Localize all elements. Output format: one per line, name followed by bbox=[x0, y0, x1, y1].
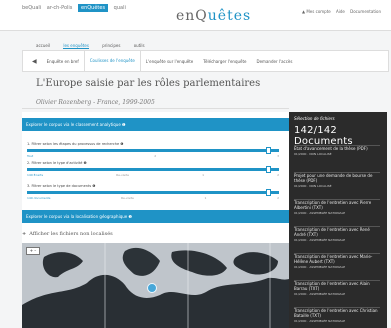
document-list-item[interactable]: Projet pour une demande de bourse de thè… bbox=[294, 172, 380, 189]
document-title: Transcription de l'entretien avec Christ… bbox=[294, 308, 378, 318]
top-links: ▲ Mes compte Aide Documentation bbox=[298, 9, 381, 14]
geographic-section-title: Explorer le corpus via la localisation g… bbox=[26, 214, 133, 219]
nav-archpolis[interactable]: ar-ch-Polis bbox=[47, 5, 73, 11]
nav-bequali[interactable]: beQuali bbox=[22, 5, 41, 11]
tab-enquete-en-bref[interactable]: Enquête en bref bbox=[42, 59, 84, 64]
range-slider[interactable] bbox=[27, 189, 279, 196]
document-title: Transcription de l'entretien avec Alain … bbox=[294, 281, 370, 291]
document-title: Transcription de l'entretien avec Marie-… bbox=[294, 254, 373, 264]
filter-research-stage[interactable]: 1. Filtrer selon les étapes du processus… bbox=[27, 142, 279, 158]
show-unlocated-toggle[interactable]: + Afficher les fichiers non localisés bbox=[22, 231, 113, 237]
document-title: Projet pour une demande de bourse de thè… bbox=[294, 173, 373, 183]
account-link[interactable]: ▲ Mes compte bbox=[302, 9, 331, 14]
zoom-control[interactable]: + – bbox=[26, 247, 40, 255]
document-meta: 01/2000 · ASSEMBLÉE NATIONALE bbox=[294, 238, 346, 242]
title-divider bbox=[22, 108, 289, 109]
back-arrow-icon[interactable]: ◀ bbox=[32, 58, 37, 65]
range-slider[interactable] bbox=[27, 166, 279, 173]
document-title: État d'avancement de la thèse (PDF) bbox=[294, 146, 368, 151]
selected-files-panel: Sélection de fichiers 142/142 Documents … bbox=[289, 112, 387, 328]
analytic-section-header[interactable]: Explorer le corpus via le classement ana… bbox=[22, 118, 297, 131]
document-title: Transcription de l'entretien avec Pierre… bbox=[294, 200, 372, 210]
subnav-principes[interactable]: principes bbox=[102, 43, 120, 48]
sub-navigation: accueil les enquêtes principes outils bbox=[36, 43, 157, 49]
map-land bbox=[42, 252, 83, 278]
logo: enQuêtes bbox=[176, 8, 252, 24]
tab-coulisses[interactable]: Coulisses de l'enquête bbox=[83, 51, 141, 71]
subnav-enquetes[interactable]: les enquêtes bbox=[63, 43, 89, 49]
filter-label: 2. Filtrer selon le type d'activité ❶ bbox=[27, 161, 87, 165]
subnav-outils[interactable]: outils bbox=[134, 43, 145, 48]
plus-icon: + bbox=[22, 231, 27, 237]
document-list-item[interactable]: Transcription de l'entretien avec Pierre… bbox=[294, 199, 380, 216]
geographic-section-header[interactable]: Explorer le corpus via la localisation g… bbox=[22, 210, 297, 223]
top-bar: beQuali ar-ch-Polis enQuêtes quali enQuê… bbox=[0, 0, 391, 31]
documentation-link[interactable]: Documentation bbox=[350, 9, 381, 14]
analytic-section-title: Explorer le corpus via le classement ana… bbox=[26, 122, 126, 127]
document-meta: 01/2000 · NON LOCALISÉ bbox=[294, 184, 332, 188]
document-list-item[interactable]: Transcription de l'entretien avec Alain … bbox=[294, 280, 380, 297]
filter-label: 1. Filtrer selon les étapes du processus… bbox=[27, 142, 124, 146]
document-list-item[interactable]: État d'avancement de la thèse (PDF) 01/20… bbox=[294, 145, 380, 157]
subnav-accueil[interactable]: accueil bbox=[36, 43, 50, 48]
map-land bbox=[22, 274, 289, 328]
tab-telecharger[interactable]: Télécharger l'enquête bbox=[198, 59, 251, 64]
document-list-item[interactable]: Transcription de l'entretien avec Marie-… bbox=[294, 253, 380, 270]
document-meta: 01/2000 · ASSEMBLÉE NATIONALE bbox=[294, 292, 346, 296]
panel-title: Sélection de fichiers bbox=[294, 116, 335, 121]
document-meta: 01/2000 · ASSEMBLÉE NATIONALE bbox=[294, 319, 346, 323]
document-meta: 01/2000 · ASSEMBLÉE NATIONALE bbox=[294, 211, 346, 215]
help-link[interactable]: Aide bbox=[336, 9, 345, 14]
europe-map[interactable]: + – bbox=[22, 243, 289, 328]
document-title: Transcription de l'entretien avec René A… bbox=[294, 227, 370, 237]
nav-quali[interactable]: quali bbox=[114, 5, 126, 11]
enquete-tabs: ◀ Enquête en bref Coulisses de l'enquête… bbox=[22, 50, 389, 72]
tab-demander-acces[interactable]: Demander l'accès bbox=[252, 59, 298, 64]
range-slider[interactable] bbox=[27, 147, 279, 154]
map-cluster-marker[interactable] bbox=[147, 283, 157, 293]
filter-label: 3. Filtrer selon le type de documents ❶ bbox=[27, 184, 96, 188]
filter-document-type[interactable]: 3. Filtrer selon le type de documents ❶ … bbox=[27, 184, 279, 200]
map-land bbox=[171, 250, 227, 276]
document-meta: 01/2000 · ASSEMBLÉE NATIONALE bbox=[294, 265, 346, 269]
document-meta: 01/2000 · NON LOCALISÉ bbox=[294, 152, 332, 156]
nav-enquetes[interactable]: enQuêtes bbox=[78, 4, 109, 12]
site-nav: beQuali ar-ch-Polis enQuêtes quali bbox=[22, 4, 130, 12]
map-land bbox=[122, 247, 160, 276]
document-list-item[interactable]: Transcription de l'entretien avec Christ… bbox=[294, 307, 380, 324]
document-list-item[interactable]: Transcription de l'entretien avec René A… bbox=[294, 226, 380, 243]
tab-enquete-sur-enquete[interactable]: L'enquête sur l'enquête bbox=[141, 59, 198, 64]
page-title: L'Europe saisie par les rôles parlementa… bbox=[36, 78, 261, 89]
map-land bbox=[233, 252, 278, 275]
survey-author: Olivier Rozenberg - France, 1999-2005 bbox=[36, 99, 155, 106]
filter-activity-type[interactable]: 2. Filtrer selon le type d'activité ❶ 14… bbox=[27, 161, 279, 177]
corpus-explorer: Explorer le corpus via le classement ana… bbox=[22, 112, 297, 328]
document-count: 142/142 Documents bbox=[294, 125, 353, 147]
